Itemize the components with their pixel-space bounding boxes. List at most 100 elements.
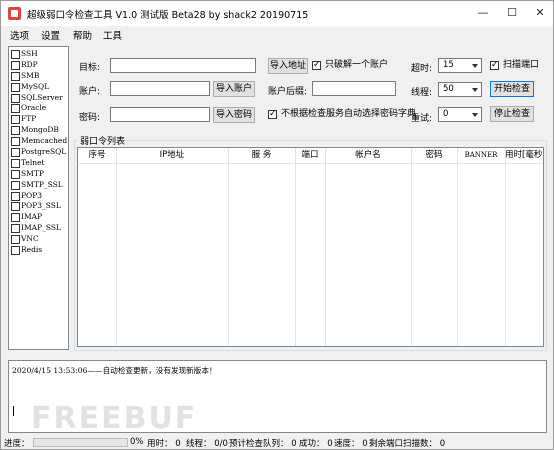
password-input[interactable]: [110, 107, 210, 122]
protocol-item[interactable]: PostgreSQL: [9, 147, 68, 158]
protocol-item[interactable]: Telnet: [9, 158, 68, 169]
thread-count: 线程： 0/0: [186, 439, 228, 449]
column-divider: [228, 148, 229, 346]
protocol-item[interactable]: MongoDB: [9, 125, 68, 136]
protocol-checkbox[interactable]: [11, 180, 20, 190]
protocol-checkbox[interactable]: [11, 235, 20, 245]
speed: 速度： 0: [334, 439, 368, 449]
protocol-checklist[interactable]: SSH RDP SMB MySQL SQLServer Oracle FTP MongoDB M…: [8, 46, 69, 350]
protocol-item[interactable]: POP3: [9, 191, 68, 202]
protocol-item[interactable]: SQLServer: [9, 93, 68, 104]
retry-label: 重试:: [411, 114, 433, 124]
timeout-select[interactable]: 15: [438, 58, 482, 73]
column-divider: [295, 148, 296, 346]
protocol-checkbox[interactable]: [11, 137, 20, 147]
retry-select[interactable]: 0: [438, 107, 482, 122]
protocol-checkbox[interactable]: [11, 169, 20, 179]
app-icon: [8, 7, 21, 20]
protocol-item[interactable]: IMAP_SSL: [9, 223, 68, 234]
protocol-label: POP3_SSL: [21, 201, 61, 211]
protocol-item[interactable]: SMB: [9, 71, 68, 82]
minimize-button[interactable]: —: [469, 1, 497, 26]
protocol-label: PostgreSQL: [21, 147, 67, 157]
results-table[interactable]: 序号 IP地址 服 务 端口 帐户名 密码 BANNER 用时[毫秒]: [77, 147, 544, 347]
protocol-item[interactable]: FTP: [9, 114, 68, 125]
protocol-checkbox[interactable]: [11, 213, 20, 223]
col-header-index[interactable]: 序号: [78, 148, 116, 163]
protocol-label: IMAP: [21, 212, 43, 222]
protocol-label: MySQL: [21, 81, 50, 91]
import-address-button[interactable]: 导入地址: [268, 58, 308, 74]
protocol-label: Telnet: [21, 157, 45, 167]
protocol-checkbox[interactable]: [11, 82, 20, 92]
protocol-checkbox[interactable]: [11, 115, 20, 125]
protocol-label: RDP: [21, 59, 38, 69]
only-crack-one-checkbox[interactable]: 只破解一个账户: [312, 60, 388, 71]
no-auto-dict-checkbox[interactable]: 不根据检查服务自动选择密码字典: [268, 109, 416, 120]
protocol-item[interactable]: Memcached: [9, 136, 68, 147]
protocol-checkbox[interactable]: [11, 104, 20, 114]
protocol-item[interactable]: MySQL: [9, 82, 68, 93]
scan-port-label: 扫描端口: [503, 60, 540, 70]
no-auto-dict-label: 不根据检查服务自动选择密码字典: [281, 109, 417, 119]
account-input[interactable]: [110, 81, 210, 96]
protocol-checkbox[interactable]: [11, 224, 20, 234]
protocol-checkbox[interactable]: [11, 60, 20, 70]
menu-help[interactable]: 帮助: [73, 28, 92, 42]
start-check-button[interactable]: 开始检查: [490, 81, 534, 97]
close-button[interactable]: ✕: [526, 1, 554, 26]
protocol-item[interactable]: Redis: [9, 245, 68, 256]
protocol-checkbox[interactable]: [11, 246, 20, 256]
title-bar: 超级弱口令检查工具 V1.0 测试版 Beta28 by shack2 2019…: [1, 1, 553, 26]
table-header: 序号 IP地址 服 务 端口 帐户名 密码 BANNER 用时[毫秒]: [78, 148, 543, 164]
menu-settings[interactable]: 设置: [41, 28, 60, 42]
protocol-item[interactable]: RDP: [9, 60, 68, 71]
account-suffix-input[interactable]: [312, 81, 396, 96]
col-header-ip[interactable]: IP地址: [116, 148, 228, 163]
protocol-checkbox[interactable]: [11, 191, 20, 201]
protocol-item[interactable]: SMTP_SSL: [9, 180, 68, 191]
protocol-item[interactable]: Oracle: [9, 103, 68, 114]
col-header-service[interactable]: 服 务: [228, 148, 295, 163]
col-header-password[interactable]: 密码: [411, 148, 457, 163]
checkbox-box: [312, 60, 321, 71]
main-window: 超级弱口令检查工具 V1.0 测试版 Beta28 by shack2 2019…: [0, 0, 554, 450]
menu-options[interactable]: 选项: [10, 28, 29, 42]
protocol-checkbox[interactable]: [11, 50, 20, 59]
col-header-port[interactable]: 端口: [295, 148, 325, 163]
column-divider: [505, 148, 506, 346]
timeout-label: 超时:: [411, 64, 433, 74]
threads-label: 线程:: [411, 88, 433, 98]
protocol-item[interactable]: SSH: [9, 49, 68, 60]
threads-value: 50: [443, 84, 454, 94]
import-account-button[interactable]: 导入账户: [213, 81, 255, 97]
protocol-item[interactable]: VNC: [9, 234, 68, 245]
protocol-checkbox[interactable]: [11, 148, 20, 158]
col-header-banner[interactable]: BANNER: [457, 148, 505, 163]
elapsed-time: 用时： 0: [147, 439, 181, 449]
threads-select[interactable]: 50: [438, 82, 482, 97]
menu-bar: 选项 设置 帮助 工具: [1, 26, 553, 43]
protocol-label: SMTP_SSL: [21, 179, 63, 189]
protocol-checkbox[interactable]: [11, 71, 20, 81]
scan-port-checkbox[interactable]: 扫描端口: [490, 60, 539, 71]
protocol-label: Oracle: [21, 103, 47, 113]
timeout-value: 15: [443, 60, 454, 70]
protocol-checkbox[interactable]: [11, 158, 20, 168]
protocol-item[interactable]: POP3_SSL: [9, 201, 68, 212]
checkbox-box: [268, 109, 277, 120]
col-header-account[interactable]: 帐户名: [325, 148, 411, 163]
progress-percent: 0%: [130, 437, 144, 447]
protocol-checkbox[interactable]: [11, 202, 20, 212]
protocol-checkbox[interactable]: [11, 93, 20, 103]
protocol-item[interactable]: IMAP: [9, 212, 68, 223]
log-textarea[interactable]: FREEBUF 2020/4/15 13:53:06——自动检查更新，没有发现新…: [8, 360, 547, 436]
maximize-button[interactable]: ☐: [498, 1, 526, 26]
protocol-item[interactable]: SMTP: [9, 169, 68, 180]
col-header-time[interactable]: 用时[毫秒]: [505, 148, 543, 163]
import-password-button[interactable]: 导入密码: [213, 107, 255, 123]
menu-tools[interactable]: 工具: [103, 28, 122, 42]
stop-check-button[interactable]: 停止检查: [490, 106, 534, 122]
target-input[interactable]: [110, 58, 256, 73]
protocol-checkbox[interactable]: [11, 126, 20, 136]
